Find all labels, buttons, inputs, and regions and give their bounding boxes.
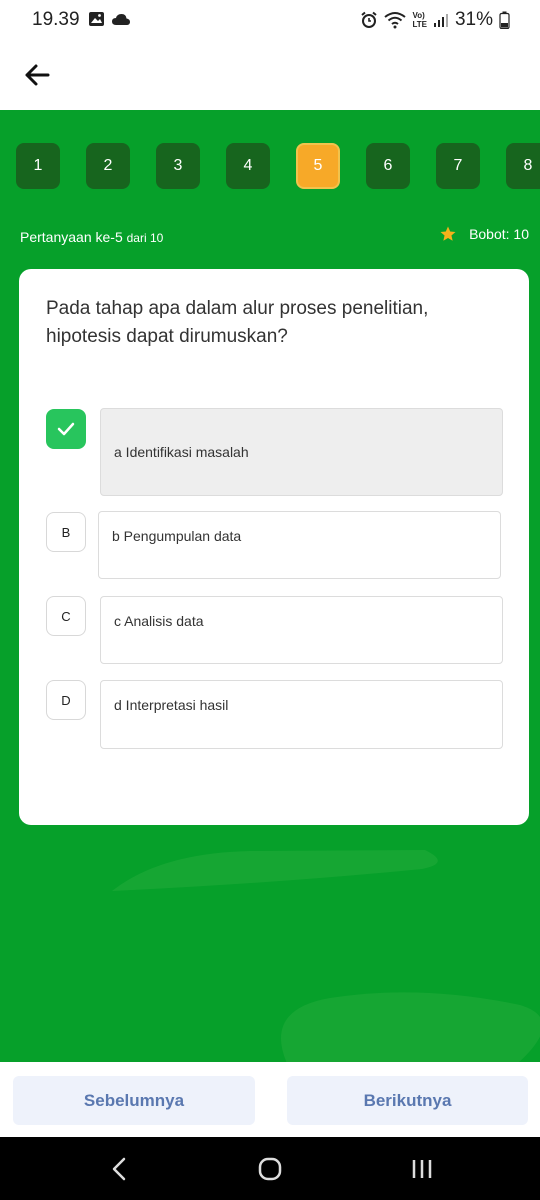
- question-text: Pada tahap apa dalam alur proses penelit…: [46, 298, 429, 347]
- next-button[interactable]: Berikutnya: [287, 1076, 528, 1125]
- battery-percent: 31%: [454, 9, 493, 30]
- option-c-text: c Analisis data: [114, 613, 204, 629]
- option-d-badge[interactable]: D: [46, 680, 86, 720]
- question-number-button[interactable]: 7: [436, 143, 480, 189]
- question-number-button[interactable]: 2: [86, 143, 130, 189]
- bottom-navigation: Sebelumnya Berikutnya: [0, 1062, 540, 1137]
- wifi-icon: [384, 12, 407, 29]
- image-icon: [89, 12, 104, 26]
- status-time: 19.39: [32, 9, 80, 30]
- question-counter-label: Pertanyaan ke-5: [20, 229, 123, 245]
- question-number-button[interactable]: 4: [226, 143, 270, 189]
- alarm-icon: [361, 11, 378, 28]
- option-c-badge[interactable]: C: [46, 596, 86, 636]
- question-number-button[interactable]: 8: [506, 143, 540, 189]
- question-counter-total: dari 10: [126, 231, 164, 245]
- decorative-blob-shape: [281, 992, 540, 1062]
- question-weight: Bobot: 10: [439, 225, 529, 243]
- back-arrow-icon: [25, 64, 50, 86]
- option-b[interactable]: b Pengumpulan data: [98, 511, 501, 579]
- option-a[interactable]: a Identifikasi masalah: [100, 408, 503, 496]
- option-d[interactable]: d Interpretasi hasil: [100, 680, 503, 749]
- star-icon: [440, 226, 456, 241]
- app-bar: [0, 40, 540, 110]
- option-b-badge[interactable]: B: [46, 512, 86, 552]
- question-number-row: 1 2 3 4 5 6 7 8: [16, 143, 540, 189]
- system-navigation-bar: [0, 1137, 540, 1200]
- option-d-text: d Interpretasi hasil: [114, 697, 229, 713]
- back-button[interactable]: [22, 60, 52, 90]
- question-number-button-current[interactable]: 5: [296, 143, 340, 189]
- weight-label: Bobot: 10: [469, 226, 529, 242]
- system-home-icon[interactable]: [258, 1157, 282, 1181]
- question-number-button[interactable]: 3: [156, 143, 200, 189]
- question-number-button[interactable]: 6: [366, 143, 410, 189]
- option-a-text: a Identifikasi masalah: [114, 444, 249, 460]
- volte-lte-badge: Vo) LTE: [412, 11, 427, 29]
- decorative-leaf-shape: [112, 850, 438, 891]
- system-back-icon[interactable]: [110, 1157, 128, 1181]
- system-recents-icon[interactable]: [410, 1157, 434, 1181]
- question-card: Pada tahap apa dalam alur proses penelit…: [19, 269, 529, 825]
- question-counter: Pertanyaan ke-5 dari 10: [20, 229, 163, 245]
- quiz-area: 1 2 3 4 5 6 7 8 Pertanyaan ke-5 dari 10 …: [0, 110, 540, 1062]
- cloud-icon: [112, 14, 130, 25]
- status-bar: 19.39 Vo) LTE 31%: [0, 0, 540, 40]
- signal-icon: [433, 14, 448, 27]
- battery-icon: [499, 11, 510, 29]
- option-b-text: b Pengumpulan data: [112, 528, 242, 544]
- check-icon: [57, 422, 75, 436]
- question-number-button[interactable]: 1: [16, 143, 60, 189]
- option-a-check[interactable]: [46, 409, 86, 449]
- previous-button[interactable]: Sebelumnya: [13, 1076, 255, 1125]
- option-c[interactable]: c Analisis data: [100, 596, 503, 664]
